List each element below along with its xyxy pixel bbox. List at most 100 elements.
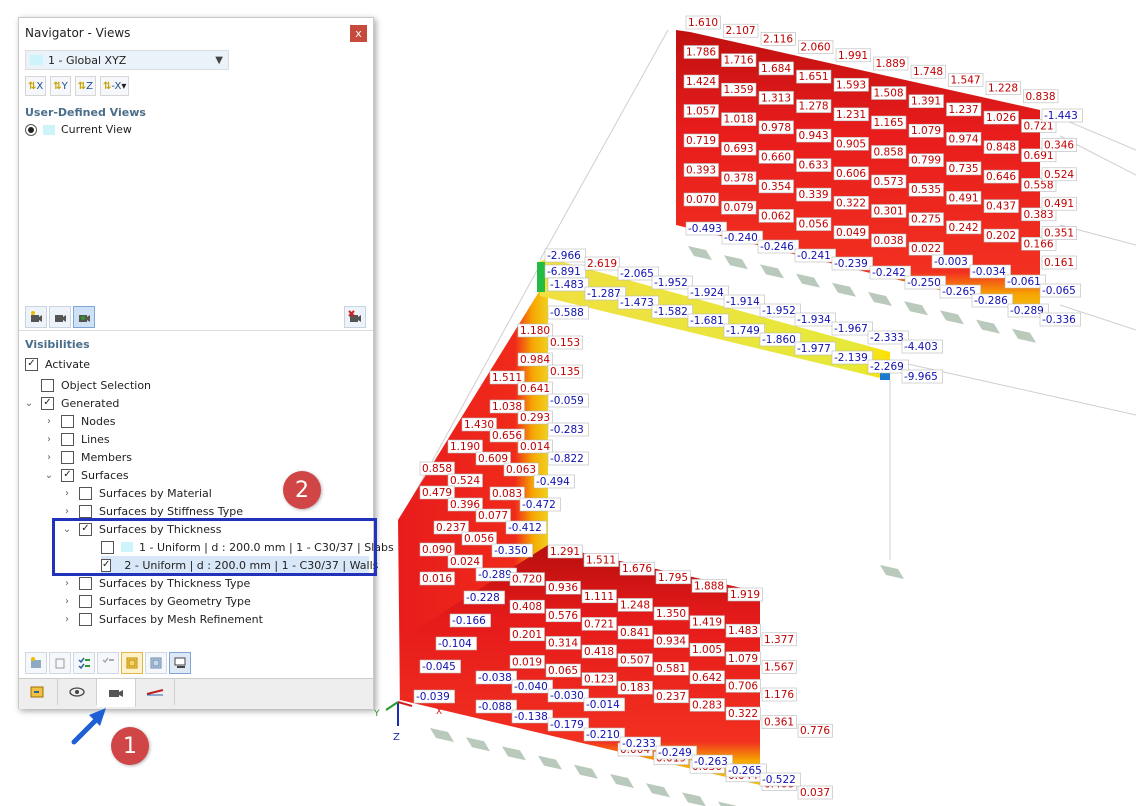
bottom-slab-neg-value: -0.263 xyxy=(694,756,728,768)
top-slab-value: 1.079 xyxy=(911,125,941,137)
members-checkbox[interactable] xyxy=(61,450,74,464)
visibilities-heading: Visibilities xyxy=(25,338,90,351)
bottom-slab-neg-value: -0.522 xyxy=(762,774,796,786)
top-slab-value: 1.424 xyxy=(686,76,716,88)
chevron-right-icon[interactable]: › xyxy=(43,434,55,445)
chevron-right-icon[interactable]: › xyxy=(43,416,55,427)
bottom-slab-value: 0.841 xyxy=(620,627,650,639)
chevron-right-icon[interactable]: › xyxy=(61,596,73,607)
add-visibility-icon[interactable] xyxy=(25,652,47,674)
show-all-icon[interactable] xyxy=(145,652,167,674)
top-slab-value: 0.322 xyxy=(836,197,866,209)
chevron-right-icon[interactable]: › xyxy=(61,578,73,589)
beam-value: -1.977 xyxy=(797,343,831,355)
tree-item-members[interactable]: › Members xyxy=(43,448,132,466)
top-slab-value: 1.716 xyxy=(724,55,754,67)
by-mesh-refinement-checkbox[interactable] xyxy=(79,612,92,626)
check-all-icon[interactable] xyxy=(73,652,95,674)
top-slab-value: 1.026 xyxy=(986,112,1016,124)
bottom-slab-value: 0.322 xyxy=(728,708,758,720)
wall-value: 0.077 xyxy=(478,510,508,522)
beam-value: -6.891 xyxy=(547,266,581,278)
top-slab-edge-value: -1.443 xyxy=(1044,110,1078,122)
top-slab-value: 0.079 xyxy=(724,202,754,214)
tree-item-by-thickness-type[interactable]: › Surfaces by Thickness Type xyxy=(61,574,250,592)
bottom-slab-value: 0.361 xyxy=(764,717,794,729)
chevron-right-icon[interactable]: › xyxy=(61,506,73,517)
camera-settings-icon[interactable] xyxy=(73,306,95,328)
data-tab[interactable] xyxy=(19,679,58,705)
chevron-down-icon[interactable]: ⌄ xyxy=(23,398,35,409)
navigator-titlebar: Navigator - Views x xyxy=(19,18,373,48)
show-selected-icon[interactable] xyxy=(121,652,143,674)
delete-view-icon[interactable] xyxy=(344,306,366,328)
bottom-slab-value: 1.795 xyxy=(658,572,688,584)
tree-item-object-selection[interactable]: Object Selection xyxy=(41,376,151,394)
current-view-radio[interactable] xyxy=(25,123,37,136)
generated-checkbox[interactable]: ✓ xyxy=(41,396,54,410)
view-y-button[interactable]: ⇅ Y xyxy=(50,76,71,96)
tree-item-label: Surfaces by Geometry Type xyxy=(99,594,251,608)
views-tab[interactable] xyxy=(58,679,97,705)
tree-item-lines[interactable]: › Lines xyxy=(43,430,110,448)
camera-icon[interactable] xyxy=(49,306,71,328)
top-slab-value: 0.943 xyxy=(799,130,829,142)
tree-item-activate[interactable]: ✓ Activate xyxy=(25,355,90,373)
bottom-slab-value: 0.507 xyxy=(620,655,650,667)
tree-item-nodes[interactable]: › Nodes xyxy=(43,412,115,430)
chevron-right-icon[interactable]: › xyxy=(61,614,73,625)
coordinate-axes: Y X Z xyxy=(373,701,442,743)
support-icon xyxy=(760,264,784,279)
tree-item-by-material[interactable]: › Surfaces by Material xyxy=(61,484,212,502)
tree-item-label: Nodes xyxy=(81,414,116,428)
current-view-label: Current View xyxy=(61,123,132,136)
view-minus-x-button[interactable]: ⇅ -X ▾ xyxy=(100,76,130,96)
copy-visibility-icon[interactable] xyxy=(49,652,71,674)
tree-item-label: Activate xyxy=(45,357,91,371)
chevron-right-icon[interactable]: › xyxy=(43,452,55,463)
top-slab-value: 1.231 xyxy=(836,109,866,121)
bottom-slab-value: 1.079 xyxy=(728,653,758,665)
support-icon xyxy=(574,764,598,779)
view-x-button[interactable]: ⇅ X xyxy=(25,76,47,96)
top-slab-value: 0.056 xyxy=(799,219,829,231)
current-view-item[interactable]: Current View xyxy=(25,123,132,136)
top-slab-value: 1.165 xyxy=(874,117,904,129)
view-z-button[interactable]: ⇅ Z xyxy=(74,76,96,96)
top-slab-value: 0.166 xyxy=(1024,238,1054,250)
object-selection-checkbox[interactable] xyxy=(41,378,54,392)
bottom-slab-value: 1.248 xyxy=(620,599,650,611)
visibility-settings-icon[interactable] xyxy=(169,652,191,674)
tree-item-by-mesh-refinement[interactable]: › Surfaces by Mesh Refinement xyxy=(61,610,263,628)
tree-item-surfaces[interactable]: ⌄ ✓ Surfaces xyxy=(43,466,129,484)
results-tab[interactable] xyxy=(136,679,175,705)
by-stiffness-checkbox[interactable] xyxy=(79,504,92,518)
by-material-checkbox[interactable] xyxy=(79,486,92,500)
camera-tab[interactable] xyxy=(97,679,136,707)
nodes-checkbox[interactable] xyxy=(61,414,74,428)
new-view-icon[interactable] xyxy=(25,306,47,328)
activate-checkbox[interactable]: ✓ xyxy=(25,357,38,371)
bottom-slab-value: 1.005 xyxy=(692,644,722,656)
surfaces-checkbox[interactable]: ✓ xyxy=(61,468,74,482)
by-thickness-type-checkbox[interactable] xyxy=(79,576,92,590)
bottom-slab-value: 0.283 xyxy=(692,699,722,711)
view-select[interactable]: 1 - Global XYZ ▼ xyxy=(25,50,229,70)
top-slab-value: 0.633 xyxy=(799,160,829,172)
chevron-down-icon[interactable]: ⌄ xyxy=(43,470,55,481)
tree-item-generated[interactable]: ⌄ ✓ Generated xyxy=(23,394,119,412)
close-button[interactable]: x xyxy=(350,24,367,42)
top-slab-value: 0.799 xyxy=(911,155,941,167)
chevron-down-icon: ▼ xyxy=(215,54,223,66)
uncheck-all-icon[interactable] xyxy=(97,652,119,674)
chevron-right-icon[interactable]: › xyxy=(61,488,73,499)
tree-item-by-geometry-type[interactable]: › Surfaces by Geometry Type xyxy=(61,592,251,610)
top-slab-edge-value: 0.491 xyxy=(1044,198,1074,210)
wall-neg-value: -0.166 xyxy=(452,615,486,627)
top-slab-value: 0.660 xyxy=(761,151,791,163)
by-geometry-type-checkbox[interactable] xyxy=(79,594,92,608)
lines-checkbox[interactable] xyxy=(61,432,74,446)
top-slab-value: 0.038 xyxy=(874,235,904,247)
bottom-slab-value: 0.720 xyxy=(512,574,542,586)
navigator-title: Navigator - Views xyxy=(25,26,131,40)
